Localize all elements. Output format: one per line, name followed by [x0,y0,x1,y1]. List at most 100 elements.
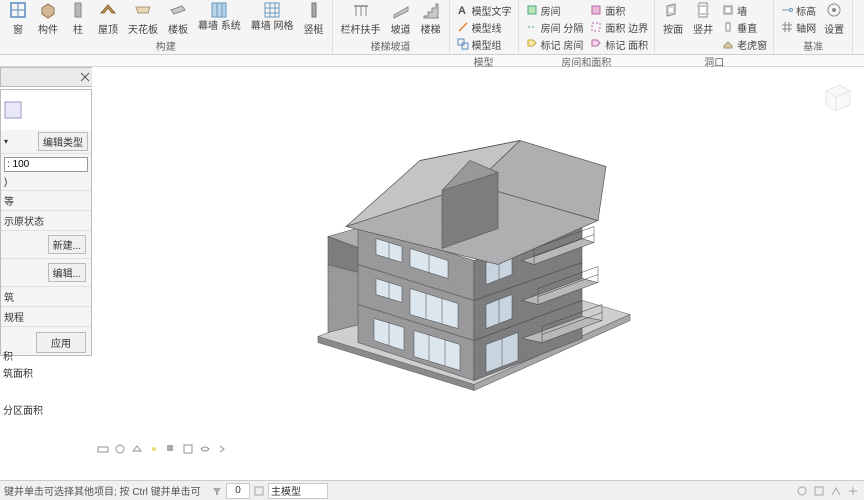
area-icon [589,3,603,17]
level-button[interactable]: 标高 [778,2,818,18]
sun-icon[interactable] [147,442,161,456]
wall-opening-button[interactable]: 墙 [719,2,769,18]
prop-row[interactable]: 规程 [1,307,91,327]
room-icon [525,3,539,17]
status-bar: 键并单击可选择其他项目; 按 Ctrl 键并单击可 0 主模型 [0,480,864,500]
view-cube[interactable] [816,77,856,117]
model-group-button[interactable]: 模型组 [454,36,514,52]
mullion-button[interactable]: 竖梃 [300,0,328,36]
scale-icon[interactable] [96,442,110,456]
ramp-button[interactable]: 坡道 [387,0,415,36]
ribbon-group-opening: 按面 竖井 墙 垂直 老虎窗 洞口 [655,0,774,54]
ribbon-group-label: 构建 [4,36,328,55]
group-icon [456,37,470,51]
hide-icon[interactable] [198,442,212,456]
shadow-icon[interactable] [164,442,178,456]
prop-row[interactable]: 示原状态 [1,211,91,231]
ribbon: 窗 构件 柱 屋顶 天花板 楼板 幕墙 系统 幕墙 网格 竖梃 构建 栏杆扶手 … [0,0,864,55]
ceiling-icon [133,0,153,20]
railing-button[interactable]: 栏杆扶手 [337,0,385,36]
room-button[interactable]: 房间 [523,2,586,18]
ribbon-group-label: 楼梯坡道 [337,36,445,55]
curtain-grid-icon [262,0,282,20]
close-icon [80,72,90,82]
properties-panel: ▾ 编辑类型 ) 等 示原状态 新建... 编辑... 筑 规程 应用 [0,89,92,356]
ribbon-group-room: 房间 房间 分隔 标记 房间 面积 面积 边界 标记 面积 房间和面积 [519,0,656,54]
type-selector[interactable] [1,90,91,130]
prop-row: 编辑... [1,259,91,287]
shaft-button[interactable]: 竖井 [689,0,717,36]
ramp-icon [391,0,411,20]
model-icon[interactable] [252,484,266,498]
column-button[interactable]: 柱 [64,0,92,36]
ribbon-group-label: 基准 [778,36,848,55]
chevron-right-icon[interactable] [215,442,229,456]
curtain-grid-button[interactable]: 幕墙 网格 [247,0,298,32]
prop-row: 新建... [1,231,91,259]
status-icon[interactable] [846,484,860,498]
status-icon[interactable] [829,484,843,498]
window-button[interactable]: 窗 [4,0,32,36]
panel-titlebar[interactable] [0,67,94,87]
new-button[interactable]: 新建... [48,235,86,254]
dropdown-arrow-icon[interactable]: ▾ [4,137,8,146]
tag-room-button[interactable]: 标记 房间 [523,36,586,52]
list-item[interactable]: 分区面积 [0,401,92,418]
viewport-3d[interactable] [92,67,864,480]
status-icon[interactable] [795,484,809,498]
tag-icon [525,37,539,51]
filter-icon[interactable] [210,484,224,498]
visual-style-icon[interactable] [130,442,144,456]
view-type-icon [3,98,23,122]
edit-type-row: ▾ 编辑类型 [1,130,91,154]
dormer-button[interactable]: 老虎窗 [719,36,769,52]
scale-input[interactable] [7,159,85,170]
edit-type-button[interactable]: 编辑类型 [38,132,88,151]
mullion-icon [304,0,324,20]
selection-count[interactable]: 0 [226,483,250,499]
room-separator-button[interactable]: 房间 分隔 [523,19,586,35]
workset-dropdown[interactable]: 主模型 [268,483,328,499]
prop-row[interactable]: 筑 [1,287,91,307]
tag-icon [589,37,603,51]
edit-button[interactable]: 编辑... [48,263,86,282]
window-icon [8,0,28,20]
curtain-system-button[interactable]: 幕墙 系统 [194,0,245,32]
settings-button[interactable]: 设置 [820,0,848,36]
area-button[interactable]: 面积 [587,2,650,18]
level-icon [780,3,794,17]
list-item[interactable]: 积 [0,347,92,364]
wall-opening-icon [721,3,735,17]
component-icon [38,0,58,20]
roof-button[interactable]: 屋顶 [94,0,122,36]
model-house[interactable] [298,114,658,404]
boundary-icon [589,20,603,34]
stair-button[interactable]: 楼梯 [417,0,445,36]
shaft-icon [693,0,713,20]
tag-area-button[interactable]: 标记 面积 [587,36,650,52]
detail-icon[interactable] [113,442,127,456]
prop-label: 规程 [4,309,24,324]
area-boundary-button[interactable]: 面积 边界 [587,19,650,35]
model-line-button[interactable]: 模型线 [454,19,514,35]
scale-input-row[interactable] [4,157,88,172]
grid-button[interactable]: 轴网 [778,19,818,35]
apply-row: 应用 [1,327,91,333]
floor-icon [168,0,188,20]
vertical-opening-button[interactable]: 垂直 [719,19,769,35]
ceiling-button[interactable]: 天花板 [124,0,162,36]
model-text-button[interactable]: A模型文字 [454,2,514,18]
prop-row[interactable]: ) [1,175,91,191]
status-mid: 0 主模型 [210,483,328,499]
prop-label: ) [4,177,7,188]
component-button[interactable]: 构件 [34,0,62,36]
status-icon[interactable] [812,484,826,498]
byface-button[interactable]: 按面 [659,0,687,36]
prop-label: 筑 [4,289,14,304]
panel-close-button[interactable] [77,69,93,85]
prop-label: 等 [4,193,14,208]
prop-row[interactable]: 等 [1,191,91,211]
list-item[interactable]: 筑面积 [0,364,92,381]
floor-button[interactable]: 楼板 [164,0,192,36]
crop-icon[interactable] [181,442,195,456]
